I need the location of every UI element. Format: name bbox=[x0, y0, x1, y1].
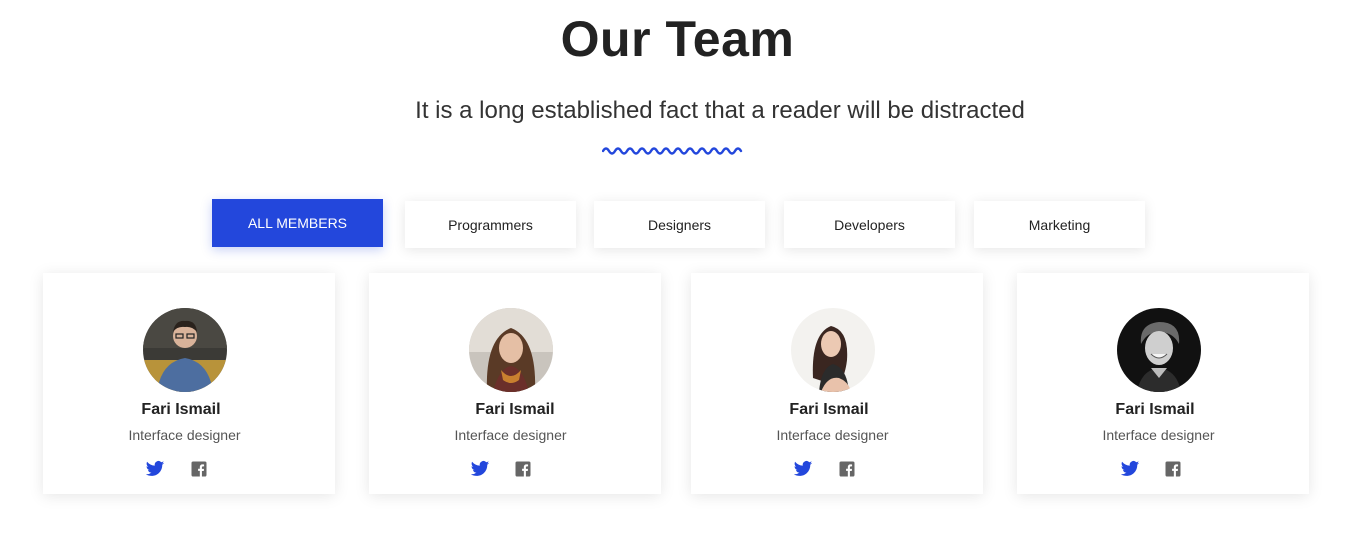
facebook-icon[interactable] bbox=[189, 459, 209, 479]
page-subtitle: It is a long established fact that a rea… bbox=[415, 97, 1025, 124]
filter-designers[interactable]: Designers bbox=[594, 201, 765, 248]
twitter-icon[interactable] bbox=[1120, 459, 1140, 479]
member-role: Interface designer bbox=[776, 427, 889, 443]
team-member-card: Fari Ismail Interface designer bbox=[369, 273, 661, 494]
member-role: Interface designer bbox=[1102, 427, 1215, 443]
filter-all-members[interactable]: ALL MEMBERS bbox=[212, 199, 383, 247]
wave-divider-icon bbox=[602, 147, 743, 155]
facebook-icon[interactable] bbox=[837, 459, 857, 479]
twitter-icon[interactable] bbox=[145, 459, 165, 479]
page-title: Our Team bbox=[560, 11, 795, 67]
avatar bbox=[791, 308, 875, 392]
team-member-card: Fari Ismail Interface designer bbox=[1017, 273, 1309, 494]
member-name: Fari Ismail bbox=[1115, 401, 1195, 418]
team-member-card: Fari Ismail Interface designer bbox=[43, 273, 335, 494]
avatar bbox=[469, 308, 553, 392]
filter-marketing[interactable]: Marketing bbox=[974, 201, 1145, 248]
team-member-card: Fari Ismail Interface designer bbox=[691, 273, 983, 494]
filter-developers[interactable]: Developers bbox=[784, 201, 955, 248]
member-name: Fari Ismail bbox=[141, 401, 221, 418]
member-role: Interface designer bbox=[454, 427, 567, 443]
avatar bbox=[143, 308, 227, 392]
facebook-icon[interactable] bbox=[1163, 459, 1183, 479]
twitter-icon[interactable] bbox=[470, 459, 490, 479]
member-name: Fari Ismail bbox=[789, 401, 869, 418]
filter-programmers[interactable]: Programmers bbox=[405, 201, 576, 248]
facebook-icon[interactable] bbox=[513, 459, 533, 479]
member-name: Fari Ismail bbox=[475, 401, 555, 418]
avatar bbox=[1117, 308, 1201, 392]
twitter-icon[interactable] bbox=[793, 459, 813, 479]
member-role: Interface designer bbox=[128, 427, 241, 443]
